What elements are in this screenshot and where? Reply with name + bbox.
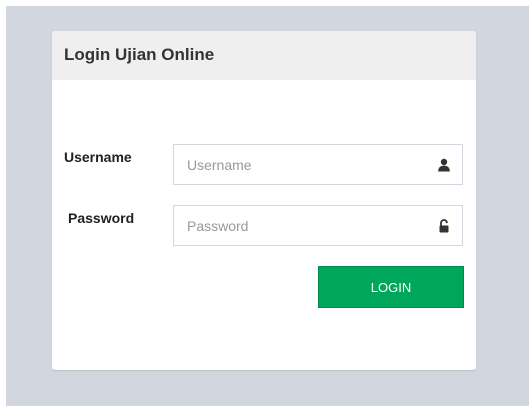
login-box: Login Ujian Online Username Password LOG… xyxy=(52,31,476,370)
login-title: Login Ujian Online xyxy=(64,45,215,64)
unlock-icon xyxy=(437,219,451,233)
login-box-header: Login Ujian Online xyxy=(52,31,476,80)
password-input[interactable] xyxy=(174,206,462,245)
username-input[interactable] xyxy=(174,145,462,184)
username-field-wrapper xyxy=(173,144,463,185)
user-icon xyxy=(437,158,451,172)
password-field-wrapper xyxy=(173,205,463,246)
username-label: Username xyxy=(64,149,132,165)
password-label: Password xyxy=(68,210,135,226)
login-button[interactable]: LOGIN xyxy=(318,266,464,308)
